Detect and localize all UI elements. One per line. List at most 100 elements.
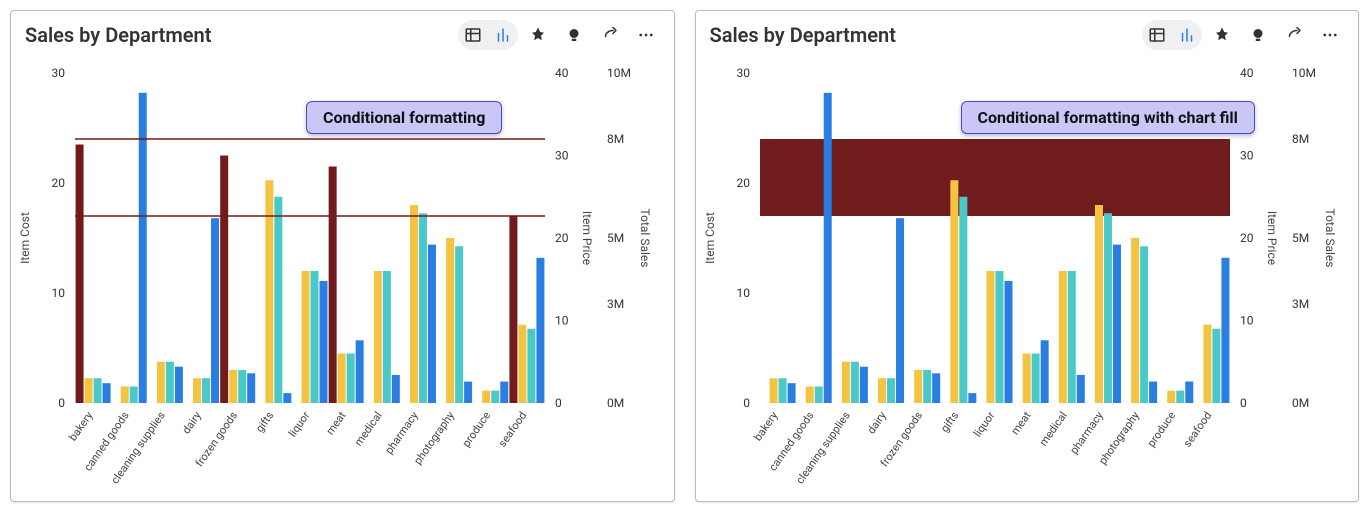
bar-series-a — [841, 362, 849, 403]
bar-item-cost — [329, 167, 337, 404]
right2-axis-tick: 0M — [1292, 396, 1309, 410]
right1-axis-tick: 20 — [1240, 231, 1254, 245]
bar-series-a — [1131, 238, 1139, 403]
idea-icon[interactable] — [1242, 19, 1274, 51]
category-label: liquor — [286, 409, 313, 439]
idea-icon[interactable] — [558, 19, 590, 51]
bar-series-a — [878, 378, 886, 403]
right1-axis-tick: 0 — [1240, 396, 1247, 410]
bar-series-b — [814, 387, 822, 404]
annotation-callout: Conditional formatting — [306, 101, 502, 134]
bar-total-sales — [1040, 340, 1048, 403]
category-label: dairy — [180, 409, 205, 437]
chart-view-icon[interactable] — [1172, 20, 1202, 50]
bar-total-sales — [1149, 382, 1157, 403]
category-label: produce — [460, 409, 494, 449]
bar-series-b — [778, 378, 786, 403]
right1-axis-title: Item Price — [580, 211, 594, 265]
bar-series-b — [1212, 329, 1220, 403]
bar-series-a — [157, 362, 165, 403]
category-label: seafood — [496, 409, 530, 449]
pin-icon[interactable] — [522, 19, 554, 51]
right2-axis-title: Total Sales — [1323, 209, 1337, 268]
left-axis-title: Item Cost — [703, 212, 717, 264]
pin-icon[interactable] — [1206, 19, 1238, 51]
view-mode-toggle[interactable] — [1142, 20, 1202, 50]
right2-axis-tick: 0M — [607, 396, 624, 410]
category-label: pharmacy — [382, 409, 421, 457]
right2-axis-tick: 3M — [1292, 297, 1309, 311]
bar-total-sales — [1076, 375, 1084, 403]
category-label: meat — [1008, 409, 1033, 437]
left-axis-tick: 10 — [736, 286, 750, 300]
bar-total-sales — [356, 340, 364, 403]
right1-axis-tick: 40 — [555, 66, 569, 80]
share-icon[interactable] — [594, 19, 626, 51]
chart-panel: Sales by Department Conditional formattin… — [695, 10, 1360, 502]
right2-axis-tick: 10M — [1292, 66, 1316, 80]
bar-series-b — [347, 354, 355, 404]
bar-item-cost — [220, 156, 228, 404]
left-axis-tick: 10 — [52, 286, 66, 300]
category-label: bakery — [751, 409, 781, 444]
panel-header: Sales by Department — [696, 11, 1359, 51]
right1-axis-tick: 0 — [555, 396, 562, 410]
bar-series-b — [166, 362, 174, 403]
bar-series-a — [446, 238, 454, 403]
left-axis-tick: 0 — [743, 396, 750, 410]
bar-series-a — [338, 354, 346, 404]
bar-series-b — [959, 197, 967, 403]
table-view-icon[interactable] — [1142, 20, 1172, 50]
bar-total-sales — [1112, 245, 1120, 403]
bar-series-b — [130, 387, 138, 404]
annotation-callout: Conditional formatting with chart fill — [961, 101, 1255, 134]
bar-total-sales — [787, 383, 795, 403]
bar-total-sales — [1221, 258, 1229, 403]
chart-view-icon[interactable] — [488, 20, 518, 50]
category-label: gifts — [938, 409, 961, 435]
bar-series-a — [193, 378, 201, 403]
more-icon[interactable] — [1314, 19, 1346, 51]
panel-title: Sales by Department — [710, 23, 896, 47]
bar-series-b — [1067, 271, 1075, 403]
right1-axis-tick: 20 — [555, 231, 569, 245]
right1-axis-tick: 40 — [1240, 66, 1254, 80]
bar-series-b — [455, 246, 463, 403]
bar-total-sales — [464, 382, 472, 403]
bar-series-b — [1140, 246, 1148, 403]
category-label: bakery — [66, 409, 96, 444]
category-label: medical — [1036, 409, 1069, 448]
bar-series-b — [1103, 213, 1111, 403]
bar-total-sales — [175, 367, 183, 403]
right2-axis-tick: 8M — [607, 132, 624, 146]
right2-axis-title: Total Sales — [638, 209, 652, 268]
bar-series-a — [950, 180, 958, 403]
bar-series-b — [850, 362, 858, 403]
share-icon[interactable] — [1278, 19, 1310, 51]
bar-total-sales — [1185, 382, 1193, 403]
view-mode-toggle[interactable] — [458, 20, 518, 50]
bar-series-b — [1176, 391, 1184, 403]
bar-total-sales — [932, 373, 940, 403]
bar-total-sales — [320, 281, 328, 403]
more-icon[interactable] — [630, 19, 662, 51]
bar-series-a — [265, 180, 273, 403]
bar-series-a — [1094, 205, 1102, 403]
category-label: meat — [324, 409, 349, 437]
bar-item-cost — [76, 145, 84, 404]
category-label: liquor — [970, 409, 997, 439]
bar-series-b — [995, 271, 1003, 403]
left-axis-title: Item Cost — [18, 212, 32, 264]
left-axis-tick: 0 — [58, 396, 65, 410]
left-axis-tick: 30 — [52, 66, 66, 80]
bar-total-sales — [247, 373, 255, 403]
bar-series-a — [1022, 354, 1030, 404]
bar-series-a — [374, 271, 382, 403]
right1-axis-tick: 30 — [555, 149, 569, 163]
table-view-icon[interactable] — [458, 20, 488, 50]
bar-total-sales — [103, 383, 111, 403]
bar-series-b — [274, 197, 282, 403]
panel-toolbar — [458, 19, 662, 51]
bar-total-sales — [283, 393, 291, 403]
right2-axis-tick: 3M — [607, 297, 624, 311]
